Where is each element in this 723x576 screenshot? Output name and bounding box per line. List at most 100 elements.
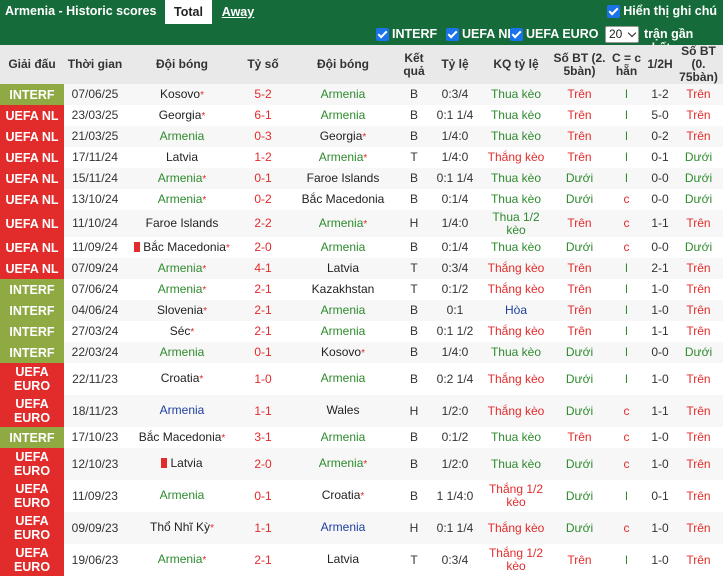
away-team-name[interactable]: Bắc Macedonia — [302, 192, 385, 206]
home-team-name[interactable]: Slovenia — [157, 303, 203, 317]
home-team-cell[interactable]: Latvia — [126, 448, 238, 480]
home-team-name[interactable]: Faroe Islands — [146, 216, 219, 230]
home-team-cell[interactable]: Latvia — [126, 147, 238, 168]
table-row[interactable]: UEFA NL 15/11/24 Armenia* 0-1 Faroe Islands B… — [0, 168, 723, 189]
home-team-name[interactable]: Armenia — [158, 171, 203, 185]
show-notes-toggle[interactable]: Hiển thị ghi chú — [607, 4, 717, 18]
away-team-cell[interactable]: Latvia — [288, 544, 398, 576]
away-team-cell[interactable]: Armenia — [288, 84, 398, 105]
home-team-cell[interactable]: Thổ Nhĩ Kỳ* — [126, 512, 238, 544]
away-team-cell[interactable]: Kazakhstan — [288, 279, 398, 300]
home-team-cell[interactable]: Armenia — [126, 342, 238, 363]
table-row[interactable]: INTERF 17/10/23 Bắc Macedonia* 3-1 Armenia B 0… — [0, 427, 723, 448]
home-team-cell[interactable]: Croatia* — [126, 363, 238, 395]
tab-total[interactable]: Total — [165, 0, 212, 24]
home-team-cell[interactable]: Armenia — [126, 395, 238, 427]
tab-away[interactable]: Away — [212, 0, 264, 24]
table-row[interactable]: UEFA EURO 22/11/23 Croatia* 1-0 Armenia B 0:2 … — [0, 363, 723, 395]
away-team-cell[interactable]: Georgia* — [288, 126, 398, 147]
home-team-name[interactable]: Bắc Macedonia — [139, 430, 222, 444]
away-team-name[interactable]: Armenia — [321, 240, 366, 254]
match-count-select[interactable]: 20 — [605, 26, 639, 43]
filter-uefa-euro[interactable]: UEFA EURO — [510, 27, 598, 41]
away-team-cell[interactable]: Armenia — [288, 321, 398, 342]
home-team-cell[interactable]: Georgia* — [126, 105, 238, 126]
away-team-name[interactable]: Armenia — [321, 108, 366, 122]
checkbox-icon[interactable] — [607, 4, 621, 18]
table-row[interactable]: INTERF 22/03/24 Armenia 0-1 Kosovo* B 1/4:0 Thu… — [0, 342, 723, 363]
table-row[interactable]: UEFA NL 21/03/25 Armenia 0-3 Georgia* B 1/4:0 T… — [0, 126, 723, 147]
away-team-name[interactable]: Georgia — [320, 129, 363, 143]
away-team-name[interactable]: Armenia — [321, 371, 366, 385]
away-team-name[interactable]: Armenia — [319, 216, 364, 230]
home-team-name[interactable]: Armenia — [158, 552, 203, 566]
away-team-cell[interactable]: Croatia* — [288, 480, 398, 512]
home-team-name[interactable]: Armenia — [160, 345, 205, 359]
home-team-name[interactable]: Armenia — [160, 488, 205, 502]
home-team-cell[interactable]: Kosovo* — [126, 84, 238, 105]
home-team-name[interactable]: Armenia — [158, 192, 203, 206]
away-team-name[interactable]: Armenia — [321, 520, 366, 534]
away-team-cell[interactable]: Armenia — [288, 427, 398, 448]
table-row[interactable]: UEFA EURO 18/11/23 Armenia 1-1 Wales H 1/2:0 Th… — [0, 395, 723, 427]
table-row[interactable]: INTERF 27/03/24 Séc* 2-1 Armenia B 0:1 1/2 Thắn… — [0, 321, 723, 342]
away-team-name[interactable]: Latvia — [327, 552, 359, 566]
table-row[interactable]: UEFA EURO 11/09/23 Armenia 0-1 Croatia* B 1 1/… — [0, 480, 723, 512]
home-team-cell[interactable]: Armenia — [126, 480, 238, 512]
away-team-name[interactable]: Armenia — [321, 324, 366, 338]
home-team-name[interactable]: Armenia — [160, 403, 205, 417]
table-row[interactable]: UEFA NL 07/09/24 Armenia* 4-1 Latvia T 0:3/4 Th… — [0, 258, 723, 279]
table-row[interactable]: UEFA NL 17/11/24 Latvia 1-2 Armenia* T 1/4:0 Th… — [0, 147, 723, 168]
table-row[interactable]: UEFA EURO 12/10/23 Latvia 2-0 Armenia* B 1/2:0… — [0, 448, 723, 480]
home-team-name[interactable]: Thổ Nhĩ Kỳ — [150, 520, 210, 534]
away-team-cell[interactable]: Bắc Macedonia — [288, 189, 398, 210]
filter-interf[interactable]: INTERF — [376, 27, 437, 41]
home-team-name[interactable]: Georgia — [159, 108, 202, 122]
checkbox-icon[interactable] — [446, 27, 459, 41]
home-team-name[interactable]: Latvia — [166, 150, 198, 164]
home-team-cell[interactable]: Armenia* — [126, 189, 238, 210]
table-row[interactable]: INTERF 04/06/24 Slovenia* 2-1 Armenia B 0:1 Hòa… — [0, 300, 723, 321]
away-team-cell[interactable]: Armenia — [288, 237, 398, 258]
home-team-name[interactable]: Latvia — [170, 456, 202, 470]
table-row[interactable]: INTERF 07/06/24 Armenia* 2-1 Kazakhstan T 0:1/… — [0, 279, 723, 300]
home-team-name[interactable]: Séc — [170, 324, 191, 338]
table-row[interactable]: UEFA NL 23/03/25 Georgia* 6-1 Armenia B 0:1 1/… — [0, 105, 723, 126]
away-team-cell[interactable]: Armenia — [288, 363, 398, 395]
away-team-name[interactable]: Armenia — [321, 430, 366, 444]
home-team-name[interactable]: Croatia — [161, 371, 200, 385]
away-team-name[interactable]: Armenia — [321, 87, 366, 101]
away-team-name[interactable]: Faroe Islands — [307, 171, 380, 185]
table-row[interactable]: UEFA NL 13/10/24 Armenia* 0-2 Bắc Macedonia B… — [0, 189, 723, 210]
away-team-name[interactable]: Wales — [327, 403, 360, 417]
away-team-name[interactable]: Kosovo — [321, 345, 361, 359]
away-team-cell[interactable]: Armenia* — [288, 147, 398, 168]
away-team-cell[interactable]: Latvia — [288, 258, 398, 279]
checkbox-icon[interactable] — [376, 27, 389, 41]
home-team-cell[interactable]: Bắc Macedonia* — [126, 237, 238, 258]
away-team-name[interactable]: Armenia — [319, 150, 364, 164]
away-team-cell[interactable]: Faroe Islands — [288, 168, 398, 189]
away-team-cell[interactable]: Armenia* — [288, 448, 398, 480]
home-team-cell[interactable]: Séc* — [126, 321, 238, 342]
away-team-cell[interactable]: Armenia — [288, 512, 398, 544]
home-team-cell[interactable]: Slovenia* — [126, 300, 238, 321]
table-row[interactable]: INTERF 07/06/25 Kosovo* 5-2 Armenia B 0:3/4 Thu… — [0, 84, 723, 105]
away-team-cell[interactable]: Armenia — [288, 300, 398, 321]
home-team-name[interactable]: Armenia — [158, 261, 203, 275]
table-row[interactable]: UEFA NL 11/09/24 Bắc Macedonia* 2-0 Armenia B… — [0, 237, 723, 258]
checkbox-icon[interactable] — [510, 27, 523, 41]
home-team-cell[interactable]: Bắc Macedonia* — [126, 427, 238, 448]
home-team-cell[interactable]: Armenia* — [126, 544, 238, 576]
home-team-name[interactable]: Kosovo — [160, 87, 200, 101]
home-team-name[interactable]: Armenia — [160, 129, 205, 143]
home-team-name[interactable]: Bắc Macedonia — [143, 240, 226, 254]
home-team-cell[interactable]: Armenia* — [126, 168, 238, 189]
away-team-name[interactable]: Kazakhstan — [312, 282, 375, 296]
away-team-cell[interactable]: Armenia — [288, 105, 398, 126]
away-team-name[interactable]: Latvia — [327, 261, 359, 275]
home-team-cell[interactable]: Faroe Islands — [126, 210, 238, 237]
filter-uefa-nl[interactable]: UEFA NL — [446, 27, 515, 41]
away-team-name[interactable]: Armenia — [321, 303, 366, 317]
away-team-cell[interactable]: Wales — [288, 395, 398, 427]
